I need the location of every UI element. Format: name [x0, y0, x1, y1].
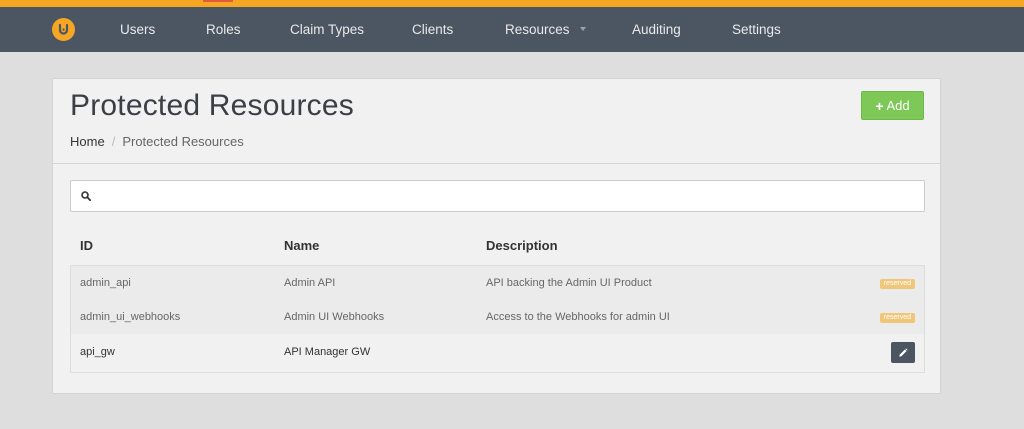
main-navbar: Users Roles Claim Types Clients Resource… [0, 7, 1024, 52]
cell-id: api_gw [80, 346, 115, 358]
cell-name: Admin UI Webhooks [284, 311, 385, 323]
nav-resources-label: Resources [505, 22, 570, 37]
nav-auditing-label: Auditing [632, 22, 681, 37]
cell-name: Admin API [284, 277, 336, 289]
resources-table: ID Name Description admin_api Admin API … [70, 228, 925, 373]
add-button-label: Add [886, 98, 910, 113]
edit-button[interactable] [891, 342, 915, 363]
column-header-name: Name [284, 238, 320, 253]
cell-id: admin_api [80, 277, 131, 289]
cell-description: API backing the Admin UI Product [486, 277, 652, 289]
cell-description: Access to the Webhooks for admin UI [486, 311, 670, 323]
nav-roles[interactable]: Roles [206, 7, 241, 52]
nav-clients-label: Clients [412, 22, 454, 37]
nav-clients[interactable]: Clients [412, 7, 453, 52]
cell-id: admin_ui_webhooks [80, 311, 181, 323]
pencil-icon [899, 347, 908, 357]
table-header: ID Name Description [70, 228, 925, 265]
page-title: Protected Resources [70, 89, 354, 122]
breadcrumb-home-link[interactable]: Home [70, 134, 105, 149]
plus-icon: + [875, 97, 884, 114]
search-box[interactable] [70, 180, 925, 212]
table-row[interactable]: admin_ui_webhooks Admin UI Webhooks Acce… [71, 300, 924, 334]
search-icon [81, 191, 91, 201]
chevron-down-icon [580, 27, 587, 32]
table-row[interactable]: admin_api Admin API API backing the Admi… [71, 266, 924, 300]
nav-users[interactable]: Users [120, 7, 155, 52]
nav-settings[interactable]: Settings [732, 7, 781, 52]
logo-icon[interactable] [52, 18, 75, 41]
column-header-id: ID [80, 238, 93, 253]
column-header-description: Description [486, 238, 558, 253]
reserved-badge: reserved [879, 279, 915, 289]
panel-header: Protected Resources + Add Home / Protected… [53, 79, 940, 164]
nav-settings-label: Settings [732, 22, 781, 37]
nav-claim-types-label: Claim Types [290, 22, 365, 37]
cell-name: API Manager GW [284, 346, 371, 358]
breadcrumb: Home / Protected Resources [70, 134, 244, 149]
table-body: admin_api Admin API API backing the Admi… [70, 265, 925, 373]
nav-claim-types[interactable]: Claim Types [290, 7, 364, 52]
nav-roles-label: Roles [206, 22, 241, 37]
resources-panel: Protected Resources + Add Home / Protected… [52, 78, 941, 394]
search-input[interactable] [99, 182, 919, 210]
top-accent-bar [0, 0, 1024, 7]
nav-resources[interactable]: Resources [505, 7, 587, 52]
reserved-badge: reserved [879, 313, 915, 323]
nav-users-label: Users [120, 22, 156, 37]
nav-auditing[interactable]: Auditing [632, 7, 681, 52]
top-accent-marker [203, 0, 233, 2]
table-row[interactable]: api_gw API Manager GW [71, 334, 924, 372]
breadcrumb-separator: / [111, 134, 116, 149]
add-resource-button[interactable]: + Add [861, 91, 924, 120]
breadcrumb-current: Protected Resources [122, 134, 244, 149]
